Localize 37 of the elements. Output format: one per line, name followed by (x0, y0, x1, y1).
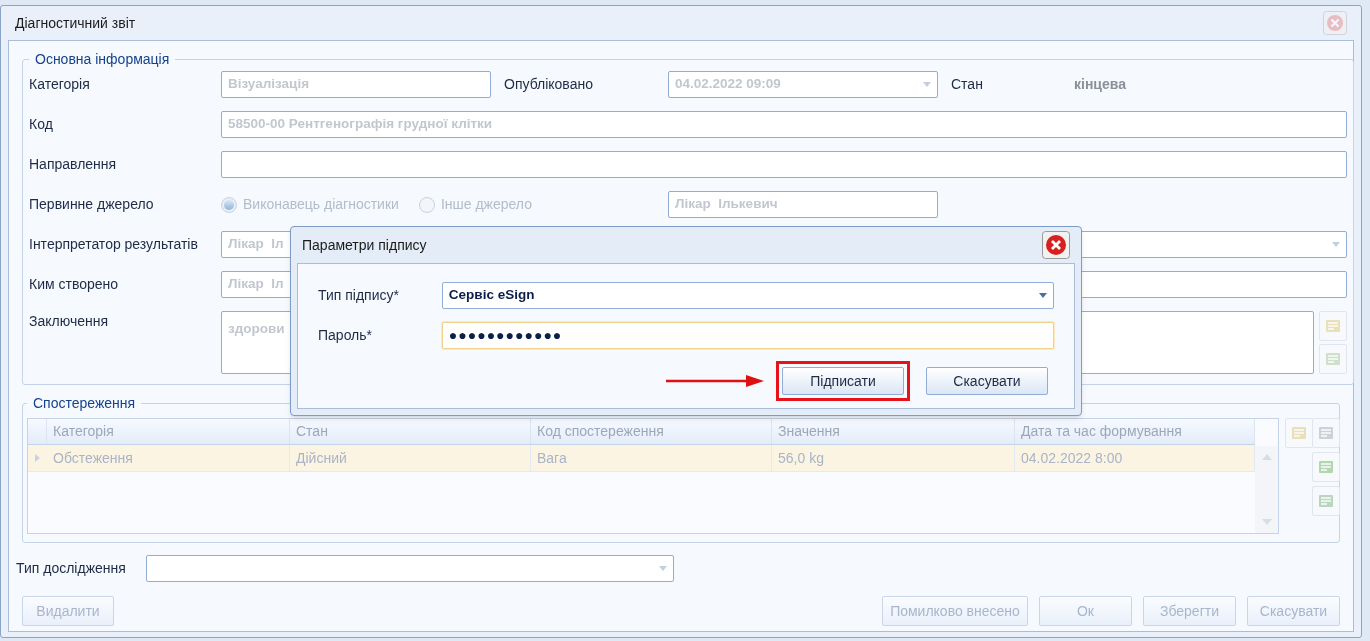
column-header[interactable]: Категорія (47, 419, 290, 444)
table-cell: Обстеження (47, 445, 290, 471)
radio-option[interactable]: Інше джерело (418, 194, 532, 215)
group-title: Спостереження (32, 394, 137, 413)
category-field[interactable]: Візуалізація (221, 71, 491, 98)
table-row[interactable]: Обстеження Дійсний Вага 56,0 kg 04.02.2022 8:00 (28, 445, 1255, 472)
field-label: Тип підпису* (318, 286, 400, 305)
date-field[interactable]: 04.02.2022 09:09 (668, 71, 938, 98)
field-label: Тип дослідження (16, 559, 127, 578)
column-header[interactable]: Код спостереження (531, 419, 772, 444)
field-label: Категорія (29, 75, 91, 94)
dialog-button[interactable]: Скасувати (926, 367, 1048, 395)
field-label: Інтерпретатор результатів (29, 235, 199, 254)
field-label: Направлення (29, 155, 118, 174)
window-title: Діагностичний звіт (15, 13, 136, 33)
field-label: Код (29, 115, 54, 134)
field-label: Первинне джерело (29, 195, 155, 214)
signature-type-select[interactable]: Сервіс eSign (441, 282, 1054, 309)
group-title: Основна інформація (34, 50, 171, 69)
password-field[interactable]: ●●●●●●●●●●●● (441, 322, 1054, 349)
code-field[interactable]: 58500-00 Рентгенографія грудної клітки (221, 111, 1347, 138)
field-label: Опубліковано (504, 75, 594, 94)
dialog-button[interactable]: Підписати (782, 367, 904, 395)
field-label: Стан (951, 75, 984, 94)
dialog-title: Параметри підпису (302, 235, 427, 255)
table-cell: Вага (531, 445, 772, 471)
field-label: Заключення (29, 312, 109, 331)
table-cell: Дійсний (290, 445, 531, 471)
field-label: Пароль* (318, 326, 374, 345)
radio-option[interactable]: Виконавець діагностики (221, 194, 399, 215)
column-header[interactable]: Дата та час формування (1015, 419, 1255, 444)
table-cell: 56,0 kg (772, 445, 1015, 471)
source-field[interactable]: Лікар Ількевич (668, 191, 938, 218)
state-value: кінцева (1074, 75, 1126, 94)
column-header[interactable]: Значення (772, 419, 1015, 444)
column-header[interactable]: Стан (290, 419, 531, 444)
field-label: Ким створено (29, 275, 120, 294)
